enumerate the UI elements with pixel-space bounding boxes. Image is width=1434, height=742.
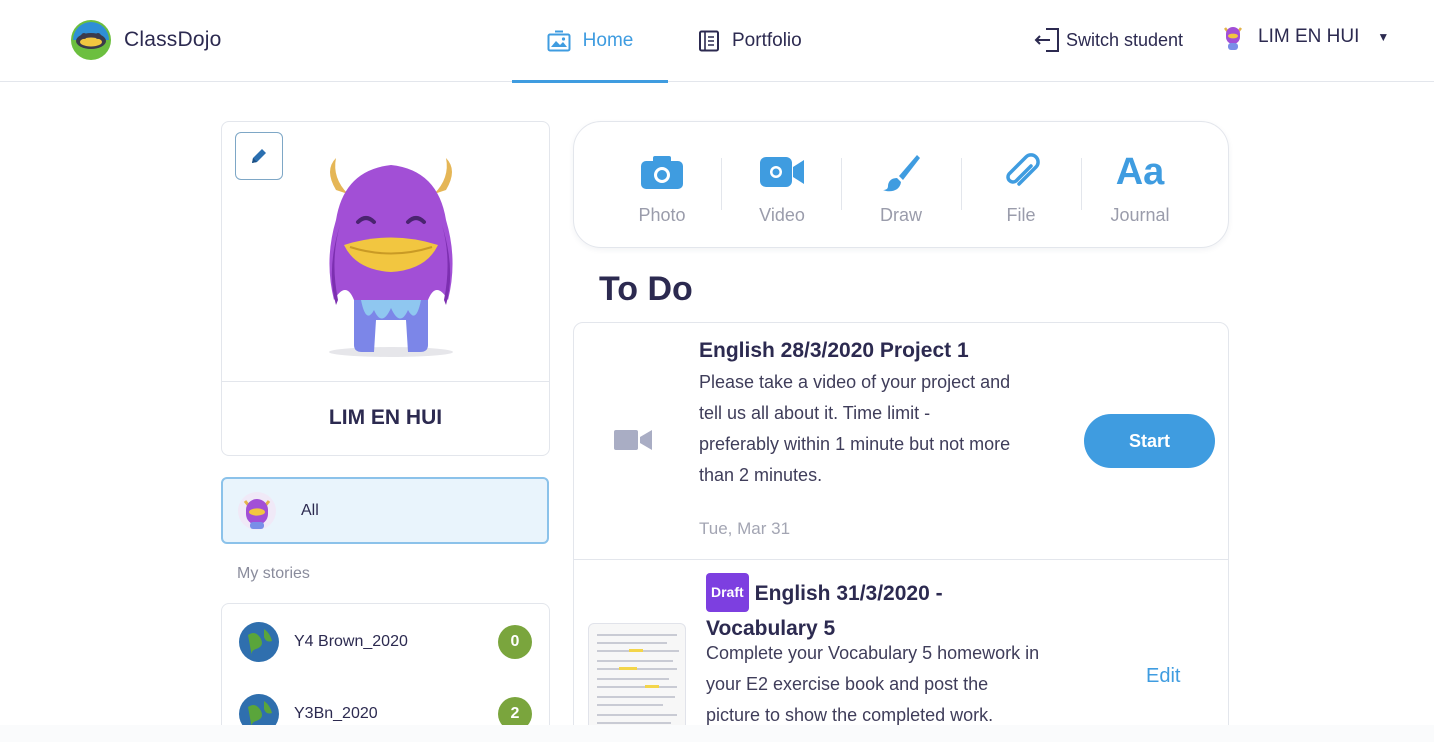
class-story-name: Y4 Brown_2020	[294, 633, 408, 650]
class-story-name: Y3Bn_2020	[294, 705, 378, 722]
post-file-button[interactable]: File	[961, 122, 1081, 249]
brand-name: ClassDojo	[124, 28, 222, 51]
post-draw-label: Draw	[879, 205, 922, 225]
divider	[574, 559, 1228, 560]
switch-student-label: Switch student	[1066, 29, 1184, 50]
task-description-line: than 2 minutes.	[699, 465, 823, 485]
task-title: English 28/3/2020 Project 1	[699, 339, 969, 362]
document-icon	[699, 30, 719, 52]
task-due-date: Tue, Mar 31	[699, 519, 791, 538]
video-camera-icon	[614, 430, 652, 450]
todo-list: English 28/3/2020 Project 1 Please take …	[573, 322, 1229, 742]
post-draw-button[interactable]: Draw	[841, 122, 961, 249]
post-photo-label: Photo	[638, 205, 686, 225]
bottom-edge	[0, 725, 1434, 742]
task-description-line: Please take a video of your project and	[699, 372, 1011, 392]
task-description-line: tell us all about it. Time limit -	[699, 403, 931, 423]
sign-in-icon	[1034, 28, 1059, 52]
switch-student-button[interactable]: Switch student	[1034, 26, 1183, 54]
video-camera-icon	[760, 157, 804, 187]
student-name: LIM EN HUI	[328, 406, 443, 429]
divider	[222, 381, 549, 382]
image-icon	[547, 30, 571, 52]
text-aa-icon: Aa	[1115, 150, 1165, 193]
my-stories-heading: My stories	[237, 565, 310, 582]
task-title: Draft English 31/3/2020 - Vocabulary 5	[706, 573, 943, 645]
task-description-line: preferably within 1 minute but not more	[699, 434, 1011, 454]
start-task-button[interactable]: Start	[1084, 414, 1215, 468]
todo-heading: To Do	[599, 270, 693, 308]
student-profile-card: LIM EN HUI	[221, 121, 550, 456]
unread-count-badge: 0	[498, 625, 532, 659]
post-file-label: File	[1006, 205, 1036, 225]
paperclip-icon	[1006, 153, 1040, 186]
task-description: Complete your Vocabulary 5 homework in y…	[706, 638, 1039, 731]
avatar	[1224, 27, 1242, 50]
post-type-toolbar: Photo Video Draw File Aa Journal	[573, 121, 1229, 248]
camera-icon	[641, 156, 683, 189]
worksheet-thumbnail[interactable]	[588, 623, 686, 733]
paintbrush-icon	[883, 155, 920, 192]
chevron-down-icon: ▼	[1377, 30, 1390, 44]
draft-badge: Draft	[706, 573, 749, 612]
top-navigation-bar: ClassDojo Home Portfolio Switch student	[0, 0, 1434, 83]
edit-draft-link[interactable]: Edit	[1146, 665, 1180, 688]
monster-avatar	[329, 158, 453, 357]
filter-all-label: All	[301, 501, 319, 519]
avatar	[238, 491, 276, 530]
task-description-line: Complete your Vocabulary 5 homework in	[706, 643, 1040, 663]
class-story-item[interactable]: Y4 Brown_2020 0	[238, 620, 538, 664]
globe-icon	[239, 622, 279, 662]
post-journal-label: Journal	[1110, 205, 1170, 225]
stories-filter-all[interactable]: All	[221, 477, 549, 544]
classdojo-logo-icon	[71, 20, 111, 60]
pencil-icon	[252, 149, 266, 163]
user-name: LIM EN HUI	[1258, 26, 1360, 47]
task-title-line: English 31/3/2020 -	[754, 582, 943, 605]
user-menu[interactable]: LIM EN HUI ▼	[1222, 22, 1389, 52]
brand[interactable]: ClassDojo	[70, 19, 222, 61]
post-photo-button[interactable]: Photo	[602, 122, 722, 249]
task-description: Please take a video of your project and …	[699, 367, 1010, 491]
post-video-label: Video	[759, 205, 805, 225]
post-video-button[interactable]: Video	[722, 122, 842, 249]
tab-portfolio-label: Portfolio	[732, 30, 802, 51]
tab-home[interactable]: Home	[512, 0, 668, 83]
tab-portfolio[interactable]: Portfolio	[698, 0, 802, 82]
post-journal-button[interactable]: Aa Journal	[1080, 122, 1200, 249]
task-description-line: your E2 exercise book and post the	[706, 674, 989, 694]
class-stories-list: Y4 Brown_2020 0 Y3Bn_2020 2	[221, 603, 550, 742]
tab-home-label: Home	[582, 30, 634, 51]
edit-avatar-button[interactable]	[235, 132, 283, 180]
